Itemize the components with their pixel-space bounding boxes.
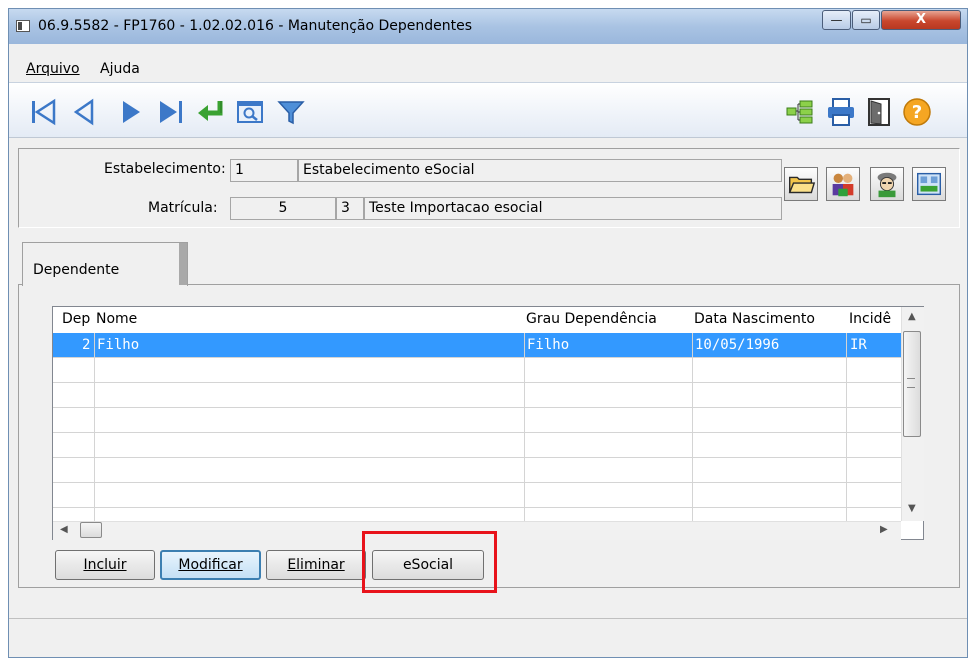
film-icon[interactable] bbox=[912, 167, 946, 201]
scroll-down-icon[interactable]: ▼ bbox=[908, 503, 916, 514]
matricula-digit-field: 3 bbox=[336, 197, 364, 220]
eliminar-label: Eliminar bbox=[287, 557, 345, 573]
modificar-label: Modificar bbox=[178, 557, 243, 573]
menu-arquivo[interactable]: Arquivo bbox=[26, 61, 80, 77]
maximize-button[interactable]: ▭ bbox=[852, 10, 880, 30]
grid-line bbox=[53, 432, 901, 433]
cell-grau: Filho bbox=[527, 337, 570, 353]
scroll-right-icon[interactable]: ▶ bbox=[880, 524, 888, 535]
tree-icon[interactable] bbox=[784, 95, 818, 129]
grid-line bbox=[53, 382, 901, 383]
cell-nome: Filho bbox=[97, 337, 140, 353]
first-record-icon[interactable] bbox=[28, 95, 62, 129]
cell-dep: 2 bbox=[82, 337, 91, 353]
matricula-name-field: Teste Importacao esocial bbox=[364, 197, 782, 220]
last-record-icon[interactable] bbox=[154, 95, 188, 129]
grid-line bbox=[692, 333, 693, 521]
estabelecimento-name-field: Estabelecimento eSocial bbox=[298, 159, 782, 182]
next-record-icon[interactable] bbox=[114, 95, 148, 129]
highlight-box bbox=[362, 531, 497, 593]
modificar-button[interactable]: Modificar bbox=[160, 550, 261, 580]
column-header-nome[interactable]: Nome bbox=[96, 311, 137, 327]
minimize-button[interactable]: — bbox=[822, 10, 851, 30]
status-bar bbox=[9, 618, 967, 659]
grid-line bbox=[53, 507, 901, 508]
grid-line bbox=[53, 482, 901, 483]
menu-ajuda[interactable]: Ajuda bbox=[100, 61, 140, 77]
grid-line bbox=[846, 333, 847, 521]
scroll-left-icon[interactable]: ◀ bbox=[60, 524, 68, 535]
exit-icon[interactable] bbox=[862, 95, 896, 129]
column-header-dep[interactable]: Dep bbox=[62, 311, 90, 327]
cell-data: 10/05/1996 bbox=[695, 337, 780, 353]
svg-text:?: ? bbox=[912, 102, 922, 123]
search-icon[interactable] bbox=[234, 95, 268, 129]
person-icon[interactable] bbox=[870, 167, 904, 201]
column-header-data[interactable]: Data Nascimento bbox=[694, 311, 815, 327]
tab-dependente-label: Dependente bbox=[33, 262, 120, 278]
folder-icon[interactable] bbox=[784, 167, 818, 201]
eliminar-button[interactable]: Eliminar bbox=[266, 550, 366, 580]
goto-icon[interactable] bbox=[194, 95, 228, 129]
menu-bar bbox=[9, 58, 967, 80]
window-app-icon bbox=[16, 20, 30, 32]
matricula-label: Matrícula: bbox=[148, 200, 218, 216]
scroll-up-icon[interactable]: ▲ bbox=[908, 311, 916, 322]
column-header-incidencia[interactable]: Incidên bbox=[849, 311, 891, 327]
help-icon[interactable]: ? bbox=[900, 95, 934, 129]
people-icon[interactable] bbox=[826, 167, 860, 201]
grid-line bbox=[524, 333, 525, 521]
incluir-label: Incluir bbox=[83, 557, 127, 573]
grid-line bbox=[94, 333, 95, 521]
horizontal-scroll-thumb[interactable] bbox=[80, 522, 102, 538]
menu-arquivo-label: Arquivo bbox=[26, 61, 80, 77]
grid-line bbox=[53, 457, 901, 458]
close-button[interactable]: X bbox=[881, 10, 961, 30]
estabelecimento-label: Estabelecimento: bbox=[104, 161, 226, 177]
incluir-button[interactable]: Incluir bbox=[55, 550, 155, 580]
matricula-field[interactable]: 5 bbox=[230, 197, 336, 220]
filter-icon[interactable] bbox=[274, 95, 308, 129]
cell-incidencia: IR bbox=[850, 337, 867, 353]
grid-line bbox=[53, 357, 901, 358]
grid-line bbox=[53, 407, 901, 408]
estabelecimento-code-field[interactable]: 1 bbox=[230, 159, 298, 182]
print-icon[interactable] bbox=[824, 95, 858, 129]
column-header-grau[interactable]: Grau Dependência bbox=[526, 311, 657, 327]
window-title: 06.9.5582 - FP1760 - 1.02.02.016 - Manut… bbox=[38, 18, 473, 34]
previous-record-icon[interactable] bbox=[68, 95, 102, 129]
thumb-grip-icon bbox=[907, 378, 915, 388]
